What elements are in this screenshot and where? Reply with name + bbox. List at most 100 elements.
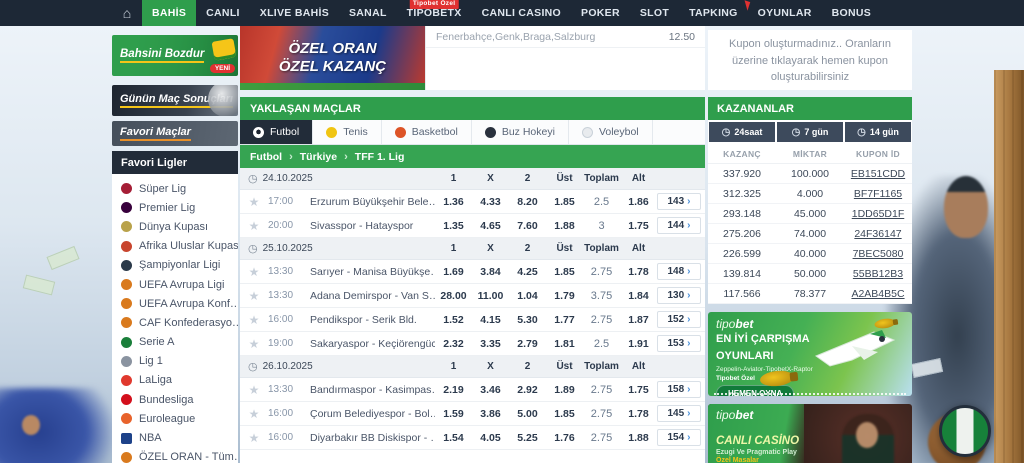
coupon-button[interactable]: 144› (657, 217, 701, 234)
favorite-star-icon[interactable]: ★ (240, 265, 268, 279)
country-flag-button[interactable] (939, 405, 991, 457)
coupon-id-link[interactable]: 7BEC5080 (844, 248, 912, 260)
odd-value[interactable]: 1.79 (546, 290, 583, 302)
odd-value[interactable]: 4.33 (472, 196, 509, 208)
sport-tab-buz-hokeyi[interactable]: Buz Hokeyi (472, 120, 569, 144)
odd-value[interactable]: 1.78 (620, 408, 657, 420)
banner-gunun-mac-sonuclari[interactable]: Günün Maç Sonuçları (112, 85, 238, 116)
odd-value[interactable]: 3.84 (472, 266, 509, 278)
odd-value[interactable]: 4.15 (472, 314, 509, 326)
odd-value[interactable]: 1.75 (620, 220, 657, 232)
odd-value[interactable]: 1.87 (620, 314, 657, 326)
favorite-star-icon[interactable]: ★ (240, 289, 268, 303)
odd-value[interactable]: 4.25 (509, 266, 546, 278)
sidebar-league-item-bundesliga[interactable]: Bundesliga (121, 390, 238, 409)
odd-value[interactable]: 1.84 (620, 290, 657, 302)
odd-value[interactable]: 1.36 (435, 196, 472, 208)
winners-tab-24saat[interactable]: ◷24saat (709, 122, 775, 142)
coupon-button[interactable]: 130› (657, 287, 701, 304)
favorite-star-icon[interactable]: ★ (240, 219, 268, 233)
breadcrumb-sport[interactable]: Futbol (250, 151, 282, 163)
nav-item-canli[interactable]: CANLI (196, 0, 250, 26)
odd-value[interactable]: 1.04 (509, 290, 546, 302)
odd-value[interactable]: 3.35 (472, 338, 509, 350)
match-name[interactable]: Pendikspor - Serik Bld. (310, 314, 435, 326)
nav-item-canli-casino[interactable]: CANLI CASINO (472, 0, 571, 26)
favorite-star-icon[interactable]: ★ (240, 431, 268, 445)
odd-value[interactable]: 11.00 (472, 290, 509, 302)
sidebar-league-item-euroleague[interactable]: Euroleague (121, 409, 238, 428)
odd-value[interactable]: 1.69 (435, 266, 472, 278)
odd-value[interactable]: 5.00 (509, 408, 546, 420)
odd-value[interactable]: 4.05 (472, 432, 509, 444)
coupon-id-link[interactable]: BF7F1165 (844, 188, 912, 200)
odd-value[interactable]: 2.32 (435, 338, 472, 350)
banner-favori-maclar[interactable]: Favori Maçlar (112, 121, 238, 146)
match-name[interactable]: Sarıyer - Manisa Büyükşe… (310, 266, 435, 278)
nav-item-poker[interactable]: POKER (571, 0, 630, 26)
match-name[interactable]: Bandırmaspor - Kasimpas… (310, 384, 435, 396)
odd-value[interactable]: 1.59 (435, 408, 472, 420)
favorite-star-icon[interactable]: ★ (240, 195, 268, 209)
sidebar-league-item-d-nya-kupas[interactable]: Dünya Kupası (121, 217, 238, 236)
odd-value[interactable]: 1.91 (620, 338, 657, 350)
sport-tab-futbol[interactable]: Futbol (240, 120, 313, 144)
favorite-star-icon[interactable]: ★ (240, 407, 268, 421)
banner-bahsini-bozdur[interactable]: Bahsini Bozdur YENİ (112, 35, 238, 76)
sidebar-league-item-laliga[interactable]: LaLiga (121, 371, 238, 390)
odd-value[interactable]: 1.35 (435, 220, 472, 232)
special-odds-row[interactable]: Fenerbahçe,Genk,Braga,Salzburg 12.50 (426, 26, 705, 48)
odd-value[interactable]: 1.78 (620, 266, 657, 278)
coupon-id-link[interactable]: A2AB4B5C (844, 288, 912, 300)
odd-value[interactable]: 7.60 (509, 220, 546, 232)
coupon-button[interactable]: 143› (657, 193, 701, 210)
odd-value[interactable]: 5.30 (509, 314, 546, 326)
breadcrumb-league[interactable]: TFF 1. Lig (355, 151, 405, 163)
match-name[interactable]: Diyarbakır BB Diskispor - … (310, 432, 435, 444)
coupon-id-link[interactable]: 55BB12B3 (844, 268, 912, 280)
sidebar-league-item-ampiyonlar-ligi[interactable]: Şampiyonlar Ligi (121, 256, 238, 275)
odd-value[interactable]: 2.92 (509, 384, 546, 396)
odd-value[interactable]: 1.77 (546, 314, 583, 326)
odd-value[interactable]: 1.75 (620, 384, 657, 396)
coupon-button[interactable]: 154› (657, 429, 701, 446)
sidebar-league-item-premier-lig[interactable]: Premier Lig (121, 198, 238, 217)
odd-value[interactable]: 1.85 (546, 266, 583, 278)
odd-value[interactable]: 1.54 (435, 432, 472, 444)
sidebar-league-item-lig-1[interactable]: Lig 1 (121, 352, 238, 371)
odd-value[interactable]: 2.19 (435, 384, 472, 396)
sidebar-league-item-uefa-avrupa-ligi[interactable]: UEFA Avrupa Ligi (121, 275, 238, 294)
coupon-button[interactable]: 148› (657, 263, 701, 280)
odd-value[interactable]: 1.88 (620, 432, 657, 444)
coupon-button[interactable]: 153› (657, 335, 701, 352)
nav-item-tapking[interactable]: TAPKING (679, 0, 748, 26)
odd-value[interactable]: 1.76 (546, 432, 583, 444)
odd-value[interactable]: 5.25 (509, 432, 546, 444)
match-name[interactable]: Erzurum Büyükşehir Bele… (310, 196, 435, 208)
odd-value[interactable]: 1.52 (435, 314, 472, 326)
sport-tab-tenis[interactable]: Tenis (313, 120, 382, 144)
match-name[interactable]: Sivasspor - Hatayspor (310, 220, 435, 232)
odd-value[interactable]: 1.85 (546, 196, 583, 208)
match-name[interactable]: Sakaryaspor - Keçiörengücü (310, 338, 435, 350)
sidebar-league-item-zel-oran-t-m[interactable]: ÖZEL ORAN - Tüm… (121, 448, 238, 463)
odd-value[interactable]: 1.81 (546, 338, 583, 350)
odd-value[interactable]: 4.65 (472, 220, 509, 232)
odd-value[interactable]: 3.46 (472, 384, 509, 396)
odd-value[interactable]: 1.89 (546, 384, 583, 396)
breadcrumb-country[interactable]: Türkiye (300, 151, 337, 163)
match-name[interactable]: Adana Demirspor - Van S… (310, 290, 435, 302)
home-icon[interactable]: ⌂ (112, 0, 142, 26)
sport-tab-basketbol[interactable]: Basketbol (382, 120, 472, 144)
favorite-star-icon[interactable]: ★ (240, 383, 268, 397)
sidebar-league-item-nba[interactable]: NBA (121, 428, 238, 447)
sidebar-league-item-serie-a[interactable]: Serie A (121, 333, 238, 352)
nav-item-tipobetx[interactable]: Tipobet ÖzelTIPOBETX (397, 0, 472, 26)
ozel-oran-banner[interactable]: ÖZEL ORAN ÖZEL KAZANÇ (240, 26, 425, 90)
odd-value[interactable]: 1.86 (620, 196, 657, 208)
sidebar-league-item-uefa-avrupa-konf[interactable]: UEFA Avrupa Konf… (121, 294, 238, 313)
nav-item-bonus[interactable]: BONUS (822, 0, 881, 26)
coupon-id-link[interactable]: 24F36147 (844, 228, 912, 240)
odd-value[interactable]: 3.86 (472, 408, 509, 420)
crash-games-promo-banner[interactable]: tipobet EN İYİ ÇARPIŞMA OYUNLARI Zeppeli… (708, 312, 912, 396)
